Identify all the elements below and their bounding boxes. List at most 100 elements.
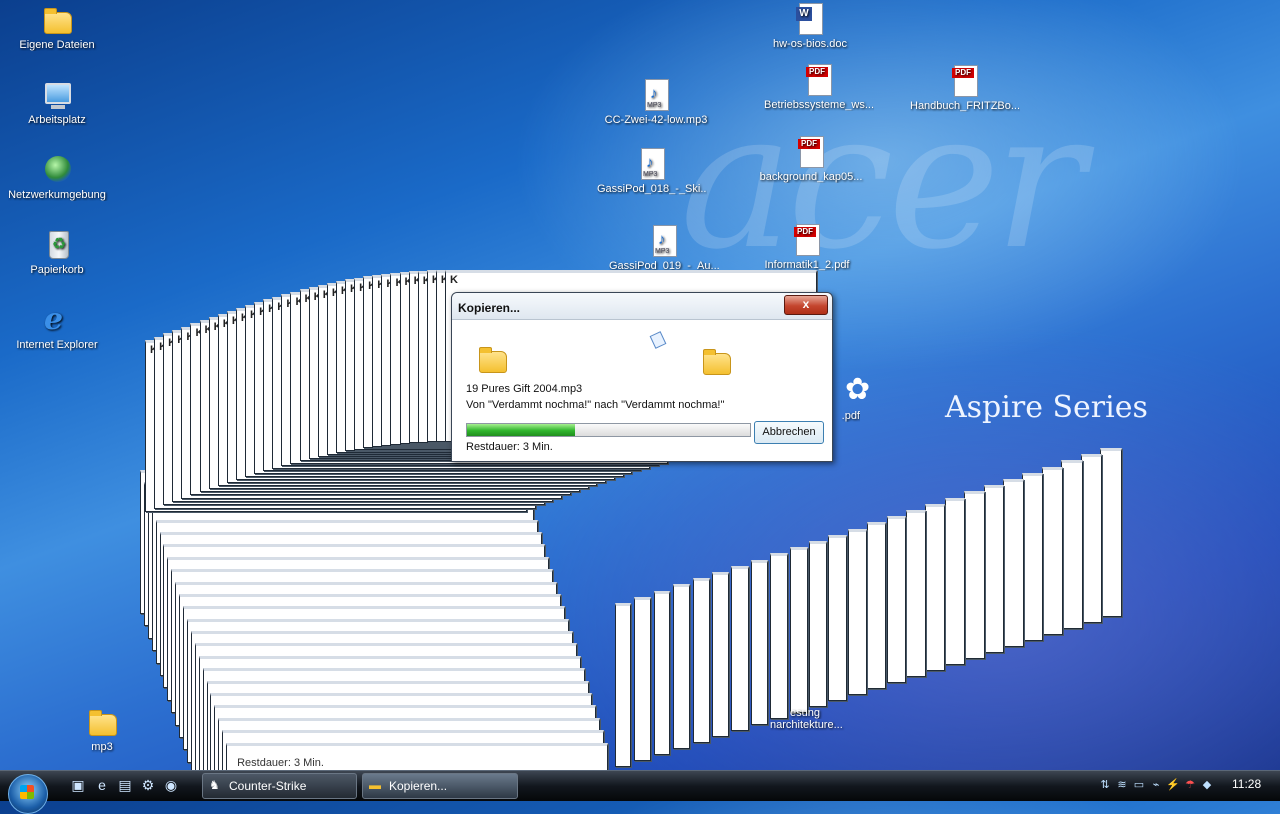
desktop-icon-label: Internet Explorer <box>16 339 98 351</box>
display-icon[interactable]: ▭ <box>1132 778 1146 792</box>
ghost-dialog <box>770 553 789 719</box>
desktop-icon-papierkorb[interactable]: ♻ Papierkorb <box>2 229 112 276</box>
desktop-icon-label: Eigene Dateien <box>19 39 95 51</box>
ghost-dialog <box>964 491 985 659</box>
file-icon-gassipod-019[interactable]: ♪ MP3 GassiPod_019_-_Au... <box>609 225 719 272</box>
file-label: GassiPod_018_-_Ski... <box>597 183 707 195</box>
file-icon-hw-os-bios[interactable]: W hw-os-bios.doc <box>755 3 865 50</box>
file-icon-cc-zwei[interactable]: ♪ MP3 CC-Zwei-42-low.mp3 <box>601 79 711 126</box>
progress-fill <box>467 424 575 436</box>
desktop-icon-eigene-dateien[interactable]: Eigene Dateien <box>2 4 112 51</box>
ghost-dialog <box>692 578 710 743</box>
ghost-dialog <box>847 528 867 695</box>
copy-progress-bar <box>466 423 751 437</box>
desktop-icon-label: Arbeitsplatz <box>28 114 86 126</box>
source-folder-icon <box>476 343 508 375</box>
ghost-dialog <box>712 572 730 737</box>
ghost-dialog <box>731 565 749 731</box>
ghost-dialog <box>1080 454 1103 623</box>
ghost-remaining-text: Restdauer: 3 Min. <box>237 756 324 769</box>
ghost-dialog <box>828 534 848 701</box>
mp3-icon: ♪ MP3 <box>636 148 668 180</box>
file-icon-background-kap05[interactable]: PDF background_kap05... <box>756 136 866 183</box>
task-label: Counter-Strike <box>229 779 307 793</box>
close-button[interactable]: x <box>784 295 828 315</box>
ghost-dialog <box>1100 448 1122 617</box>
ghost-dialog <box>925 503 946 671</box>
ghost-dialog <box>1061 460 1083 629</box>
file-icon-gassipod-018[interactable]: ♪ MP3 GassiPod_018_-_Ski... <box>597 148 707 195</box>
firefox-icon[interactable]: ◉ <box>163 777 179 793</box>
pdf-icon: PDF <box>803 64 835 96</box>
ghost-dialog <box>615 603 631 767</box>
system-tray: ⇅ ≋ ▭ ⌁ ⚡ ☂ ◆ <box>1098 777 1228 793</box>
ghost-dialog <box>1041 466 1064 635</box>
ghost-dialog <box>983 485 1005 653</box>
partial-label-esung: esung <box>790 707 820 719</box>
volume-icon[interactable]: ◆ <box>1200 778 1214 792</box>
taskbar <box>0 770 1280 801</box>
pdf-icon: PDF <box>795 136 827 168</box>
ghost-dialog <box>1003 479 1024 647</box>
file-label: Betriebssysteme_ws... <box>764 99 874 111</box>
source-destination-text: Von "Verdammt nochma!" nach "Verdammt no… <box>466 399 725 411</box>
ghost-dialog <box>789 547 808 713</box>
antivirus-icon[interactable]: ☂ <box>1183 778 1197 792</box>
recycle-bin-icon: ♻ <box>41 229 73 261</box>
ghost-dialog <box>809 541 828 707</box>
copy-dialog: Kopieren... x 19 Pures Gift 2004.mp3 Von… <box>451 292 833 462</box>
network-icon[interactable]: ⇅ <box>1098 778 1112 792</box>
desktop-icon-internet-explorer[interactable]: e Internet Explorer <box>2 302 112 352</box>
mp3-icon: ♪ MP3 <box>640 79 672 111</box>
wifi-icon[interactable]: ≋ <box>1115 778 1129 792</box>
partial-label-architekture: narchitekture... <box>770 719 843 731</box>
destination-folder-icon <box>700 345 732 377</box>
pdf-icon: PDF <box>791 224 823 256</box>
desktop-icon-arbeitsplatz[interactable]: Arbeitsplatz <box>2 79 112 126</box>
flying-document-icon <box>649 331 667 349</box>
ghost-dialog <box>634 596 651 761</box>
mp3-icon: ♪ MP3 <box>648 225 680 257</box>
ghost-dialog <box>750 559 769 725</box>
aspire-series-brand: Aspire Series <box>945 390 1148 425</box>
show-desktop-icon[interactable]: ▣ <box>70 777 86 793</box>
word-document-icon: W <box>794 3 826 35</box>
task-counter-strike[interactable]: ♞ Counter-Strike <box>202 773 357 799</box>
folder-icon <box>86 706 118 738</box>
file-icon-betriebssysteme[interactable]: PDF Betriebssysteme_ws... <box>764 64 874 111</box>
ghost-dialog <box>906 510 926 677</box>
file-label: Handbuch_FRITZBo... <box>910 100 1020 112</box>
file-label: hw-os-bios.doc <box>773 38 847 50</box>
file-icon-handbuch-fritzbox[interactable]: PDF Handbuch_FRITZBo... <box>910 65 1020 112</box>
ghost-dialog <box>944 497 965 665</box>
media-icon[interactable]: ▤ <box>117 777 133 793</box>
start-button[interactable] <box>8 774 48 814</box>
desktop-icon-mp3-folder[interactable]: mp3 <box>47 706 157 753</box>
cancel-button[interactable]: Abbrechen <box>754 421 824 444</box>
ghost-dialog <box>886 516 906 683</box>
desktop-icon-netzwerkumgebung[interactable]: Netzwerkumgebung <box>2 154 112 201</box>
settings-icon[interactable]: ⚙ <box>140 777 156 793</box>
file-icon-informatik[interactable]: PDF Informatik1_2.pdf <box>752 224 862 271</box>
task-kopieren[interactable]: ▬ Kopieren... <box>362 773 518 799</box>
dialog-titlebar[interactable]: Kopieren... x <box>452 293 832 320</box>
desktop-icon-label: Netzwerkumgebung <box>8 189 106 201</box>
network-icon <box>41 154 73 186</box>
ie-icon[interactable]: e <box>94 777 110 793</box>
computer-icon <box>41 79 73 111</box>
file-label: background_kap05... <box>759 171 863 183</box>
ghost-dialog <box>673 584 690 749</box>
ghost-dialog <box>867 522 887 689</box>
ghost-dialog <box>1022 472 1044 641</box>
clock: 11:28 <box>1232 777 1262 791</box>
decorative-logo-icon: ✿ <box>845 373 871 406</box>
task-label: Kopieren... <box>389 779 448 793</box>
usb-icon[interactable]: ⌁ <box>1149 778 1163 792</box>
power-icon[interactable]: ⚡ <box>1166 778 1180 792</box>
internet-explorer-icon: e <box>44 302 64 337</box>
ghost-dialog <box>653 590 671 755</box>
file-name-text: 19 Pures Gift 2004.mp3 <box>466 383 583 395</box>
remaining-time-text: Restdauer: 3 Min. <box>466 441 553 453</box>
file-label: CC-Zwei-42-low.mp3 <box>604 114 708 126</box>
pdf-icon: PDF <box>949 65 981 97</box>
